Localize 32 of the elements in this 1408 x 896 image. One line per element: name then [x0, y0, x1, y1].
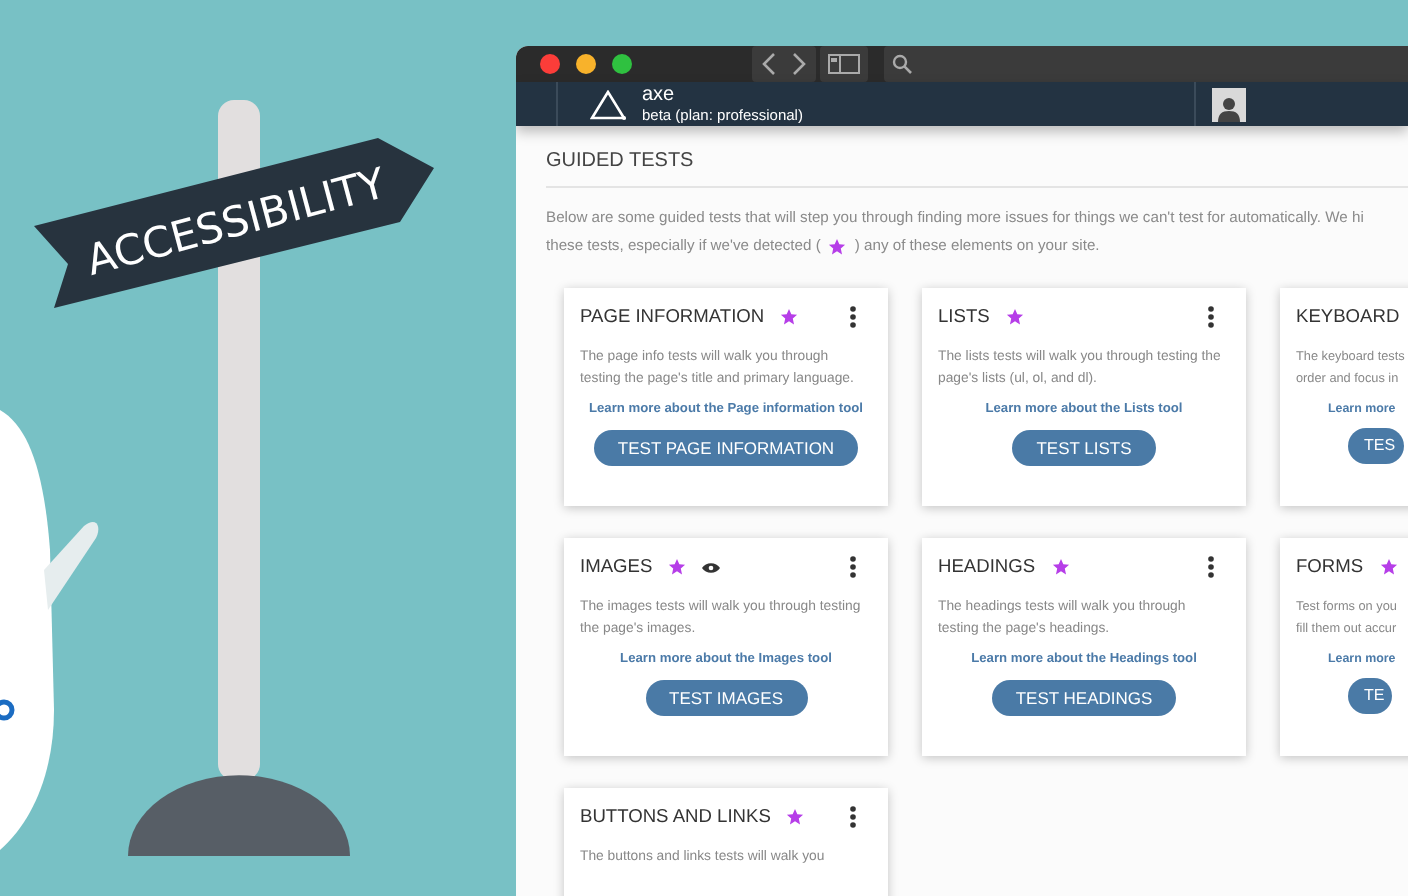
triangle-logo-icon — [590, 89, 626, 119]
more-options-icon[interactable] — [1208, 306, 1214, 329]
person-silhouette-icon — [1218, 95, 1241, 121]
avatar-button[interactable] — [1212, 87, 1247, 121]
address-field[interactable] — [884, 46, 1408, 82]
app-name: axe — [642, 85, 677, 105]
more-options-icon[interactable] — [1208, 556, 1214, 579]
test-button[interactable]: TEST IMAGES — [645, 679, 807, 716]
card-title: PAGE INFORMATION — [580, 304, 765, 330]
test-button[interactable]: TEST HEADINGS — [991, 679, 1177, 716]
more-options-icon[interactable] — [850, 306, 856, 329]
card-title: LISTS — [938, 304, 990, 330]
more-options-icon[interactable] — [850, 806, 856, 829]
close-button[interactable] — [540, 54, 560, 74]
card-title: KEYBOARD — [1296, 304, 1400, 330]
test-button[interactable]: TEST PAGE INFORMATION — [593, 429, 859, 466]
star-icon — [828, 237, 847, 255]
forward-icon[interactable] — [788, 52, 808, 76]
card-title: HEADINGS — [938, 554, 1036, 580]
more-options-icon[interactable] — [850, 556, 856, 579]
search-icon — [892, 54, 912, 74]
test-button[interactable]: TE — [1348, 678, 1393, 715]
card-title: IMAGES — [580, 554, 653, 580]
sidebar-icon[interactable] — [828, 54, 860, 74]
section-title: GUIDED TESTS — [546, 150, 694, 172]
test-button[interactable]: TEST LISTS — [1012, 429, 1156, 466]
test-button[interactable]: TES — [1348, 428, 1404, 465]
back-icon[interactable] — [760, 52, 780, 76]
card-title: BUTTONS AND LINKS — [580, 804, 771, 830]
maximize-button[interactable] — [612, 54, 632, 74]
minimize-button[interactable] — [576, 54, 596, 74]
card-title: FORMS — [1296, 554, 1364, 580]
